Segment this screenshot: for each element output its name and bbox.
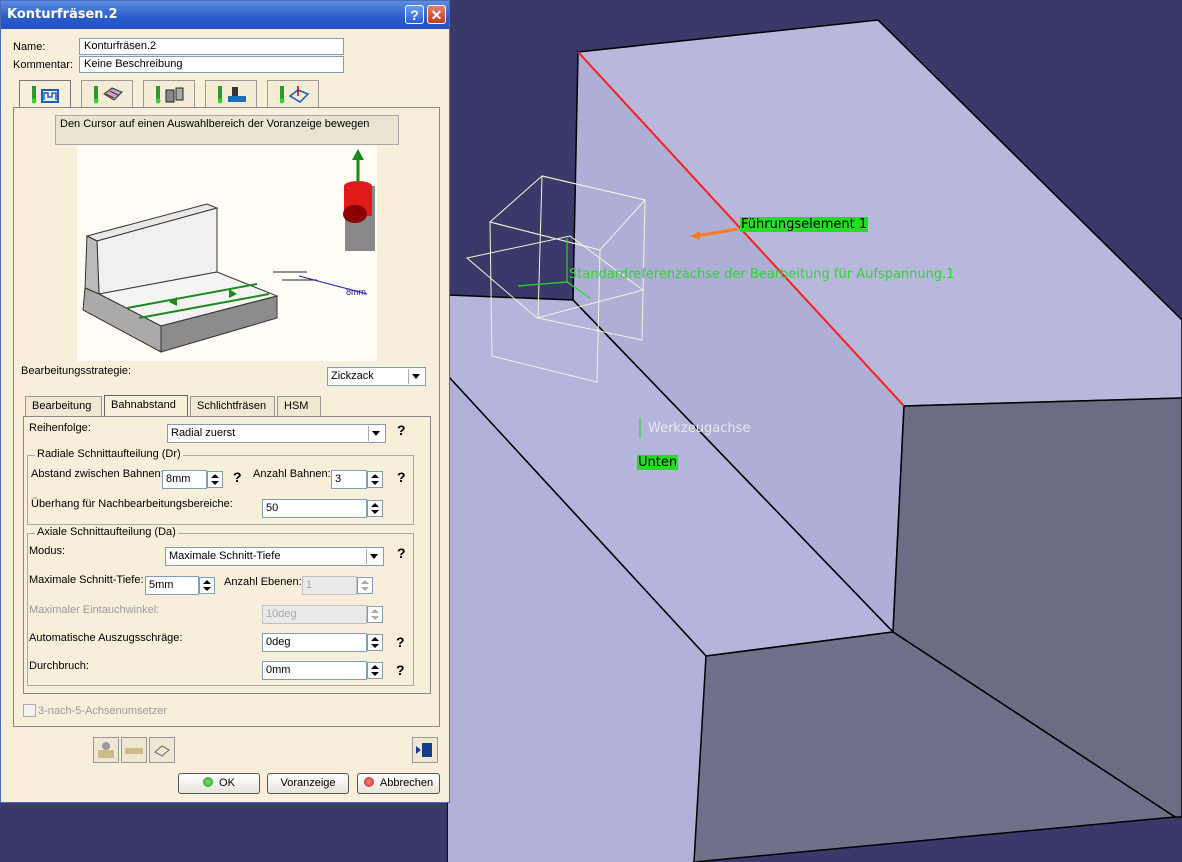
help-icon[interactable]: ? — [397, 422, 406, 438]
ok-button[interactable]: OK — [178, 773, 260, 794]
tool-axis-label[interactable]: Werkzeugachse — [648, 421, 750, 436]
tab-strategy[interactable] — [81, 80, 133, 107]
analyze-icon[interactable] — [149, 737, 175, 763]
cancel-button[interactable]: Abbrechen — [357, 773, 440, 794]
help-icon[interactable]: ? — [396, 662, 405, 678]
order-label: Reihenfolge: — [29, 422, 91, 434]
hint-box: Den Cursor auf einen Auswahlbereich der … — [55, 115, 399, 145]
tool-tab-icon — [156, 86, 184, 104]
help-icon[interactable]: ? — [397, 469, 406, 485]
draft-label: Automatische Auszugsschräge: — [29, 632, 183, 644]
tab-schlichtfraesen[interactable]: Schlichtfräsen — [190, 396, 275, 417]
bottom-label[interactable]: Unten — [637, 455, 679, 470]
converter-checkbox[interactable] — [23, 704, 36, 717]
feeds-tab-icon — [218, 86, 246, 104]
reference-axis-label[interactable]: Standardreferenzachse der Bearbeitung fü… — [569, 267, 955, 282]
distance-label: Abstand zwischen Bahnen: — [31, 468, 164, 480]
cancel-icon — [363, 777, 374, 787]
overhang-stepper[interactable]: 50 — [262, 499, 384, 518]
help-icon[interactable]: ? — [405, 5, 424, 24]
plunge-label: Maximaler Eintauchwinkel: — [29, 604, 160, 616]
converter-label: 3-nach-5-Achsenumsetzer — [38, 705, 168, 717]
tab-feeds[interactable] — [205, 80, 257, 107]
tab-bahnabstand[interactable]: Bahnabstand — [104, 395, 188, 417]
close-icon[interactable]: ✕ — [427, 5, 446, 24]
help-icon[interactable]: ? — [396, 634, 405, 650]
max-depth-label: Maximale Schnitt-Tiefe: — [29, 574, 144, 586]
name-field[interactable]: Konturfräsen.2 — [79, 38, 344, 55]
help-icon[interactable]: ? — [233, 469, 242, 485]
name-label: Name: — [13, 41, 46, 53]
radial-group-title: Radiale Schnittaufteilung (Dr) — [35, 448, 183, 460]
chevron-down-icon — [368, 426, 384, 441]
tab-bearbeitung[interactable]: Bearbeitung — [25, 396, 102, 417]
chevron-down-icon — [408, 369, 424, 384]
breakthrough-stepper[interactable]: 0mm — [262, 661, 384, 680]
strategy-tab-icon — [94, 86, 123, 104]
comment-field[interactable]: Keine Beschreibung — [79, 56, 344, 73]
distance-stepper[interactable]: 8mm — [162, 470, 224, 489]
num-levels-stepper: 1 — [302, 576, 374, 595]
strategy-select[interactable]: Zickzack — [327, 367, 426, 386]
macros-tab-icon — [280, 86, 310, 104]
preview-button[interactable]: Voranzeige — [267, 773, 349, 794]
simulation-icon[interactable] — [121, 737, 147, 763]
tab-macros[interactable] — [267, 80, 319, 107]
breakthrough-label: Durchbruch: — [29, 660, 89, 672]
num-paths-label: Anzahl Bahnen: — [253, 468, 331, 480]
order-select[interactable]: Radial zuerst — [167, 424, 386, 443]
tool-replay-icon[interactable] — [93, 737, 119, 763]
contour-milling-dialog: Konturfräsen.2 ? ✕ Name: Konturfräsen.2 … — [0, 0, 450, 803]
tab-geometry[interactable] — [19, 80, 71, 108]
tab-hsm[interactable]: HSM — [277, 396, 321, 417]
video-icon[interactable] — [412, 737, 438, 763]
sketch-dimension: 8mm — [346, 287, 366, 297]
draft-stepper[interactable]: 0deg — [262, 633, 384, 652]
strategy-label: Bearbeitungsstrategie: — [21, 365, 132, 377]
geometry-tab-icon — [32, 86, 59, 104]
guide-element-label[interactable]: Führungselement 1 — [740, 217, 869, 232]
max-depth-stepper[interactable]: 5mm — [145, 576, 216, 595]
mode-label: Modus: — [29, 545, 66, 557]
title-bar[interactable]: Konturfräsen.2 ? ✕ — [1, 1, 449, 29]
ok-icon — [203, 777, 214, 787]
chevron-down-icon — [366, 549, 382, 564]
dialog-title: Konturfräsen.2 — [7, 7, 118, 22]
mode-select[interactable]: Maximale Schnitt-Tiefe — [165, 547, 384, 566]
comment-label: Kommentar: — [13, 59, 73, 71]
num-paths-stepper[interactable]: 3 — [331, 470, 384, 489]
help-icon[interactable]: ? — [397, 545, 406, 561]
tab-tool[interactable] — [143, 80, 195, 107]
strategy-sketch[interactable]: 8mm — [77, 146, 377, 361]
num-levels-label: Anzahl Ebenen: — [224, 576, 302, 588]
overhang-label: Überhang für Nachbearbeitungsbereiche: — [31, 498, 233, 510]
plunge-stepper: 10deg — [262, 605, 384, 624]
axial-group-title: Axiale Schnittaufteilung (Da) — [35, 526, 178, 538]
